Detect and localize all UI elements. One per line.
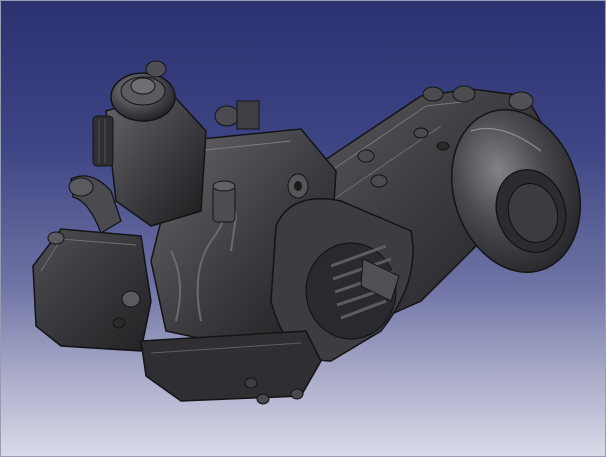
- cylinder-assembly: [68, 60, 207, 234]
- cad-3d-viewport[interactable]: [0, 0, 606, 457]
- scooter-engine-3d-model-icon[interactable]: [1, 1, 605, 456]
- throttle-body: [212, 180, 236, 223]
- oil-sump: [140, 330, 322, 405]
- front-housing: [32, 228, 152, 352]
